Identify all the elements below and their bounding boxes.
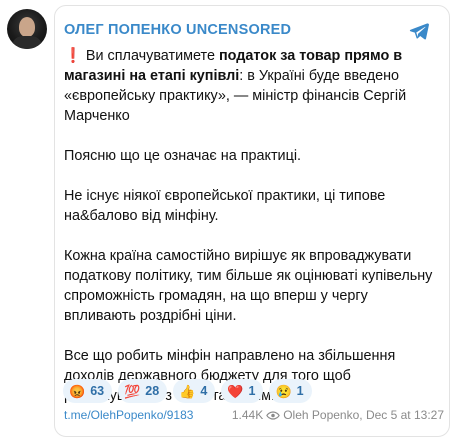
angry-face-icon: 😡: [69, 383, 86, 399]
author-date: Oleh Popenko, Dec 5 at 13:27: [283, 408, 444, 422]
reaction-count: 1: [248, 384, 256, 398]
post-meta: 1.44K Oleh Popenko, Dec 5 at 13:27: [232, 408, 444, 422]
eye-icon: [266, 410, 280, 420]
channel-avatar[interactable]: [7, 9, 47, 49]
heart-icon: ❤️: [227, 383, 244, 399]
reaction-count: 4: [200, 384, 208, 398]
crying-face-icon: 😢: [275, 383, 292, 399]
reaction-thumbs-up[interactable]: 👍 4: [173, 379, 216, 403]
post-paragraph-3: Не існує ніякої європейської практики, ц…: [64, 188, 386, 224]
post-link[interactable]: t.me/OlehPopenko/9183: [64, 408, 193, 422]
reaction-heart[interactable]: ❤️ 1: [221, 379, 264, 403]
view-count: 1.44K: [231, 408, 264, 422]
post-paragraph-4: Кожна країна самостійно вирішує як впров…: [64, 248, 433, 324]
reaction-crying[interactable]: 😢 1: [269, 379, 312, 403]
avatar-face: [19, 17, 35, 37]
post-paragraph-1: ❗ Ви сплачуватимете податок за товар пря…: [64, 46, 436, 126]
post-footer: t.me/OlehPopenko/9183 1.44K Oleh Popenko…: [64, 408, 444, 424]
channel-name[interactable]: ОЛЕГ ПОПЕНКО UNCENSORED: [64, 22, 291, 38]
avatar-body: [13, 36, 41, 49]
reaction-hundred[interactable]: 💯 28: [118, 379, 168, 403]
reaction-count: 1: [296, 384, 304, 398]
reaction-count: 28: [145, 384, 160, 398]
hundred-points-icon: 💯: [124, 383, 141, 399]
telegram-icon[interactable]: [408, 20, 430, 42]
post-text-segment: Ви сплачуватимете: [81, 48, 219, 64]
post-paragraph-2: Поясню що це означає на практиці.: [64, 148, 302, 164]
reactions-bar: 😡 63 💯 28 👍 4 ❤️ 1 😢 1: [63, 379, 312, 403]
reaction-count: 63: [90, 384, 105, 398]
post-text: ❗ Ви сплачуватимете податок за товар пря…: [64, 46, 436, 426]
reaction-angry[interactable]: 😡 63: [63, 379, 113, 403]
exclamation-icon: ❗: [64, 48, 82, 64]
thumbs-up-icon: 👍: [179, 383, 196, 399]
